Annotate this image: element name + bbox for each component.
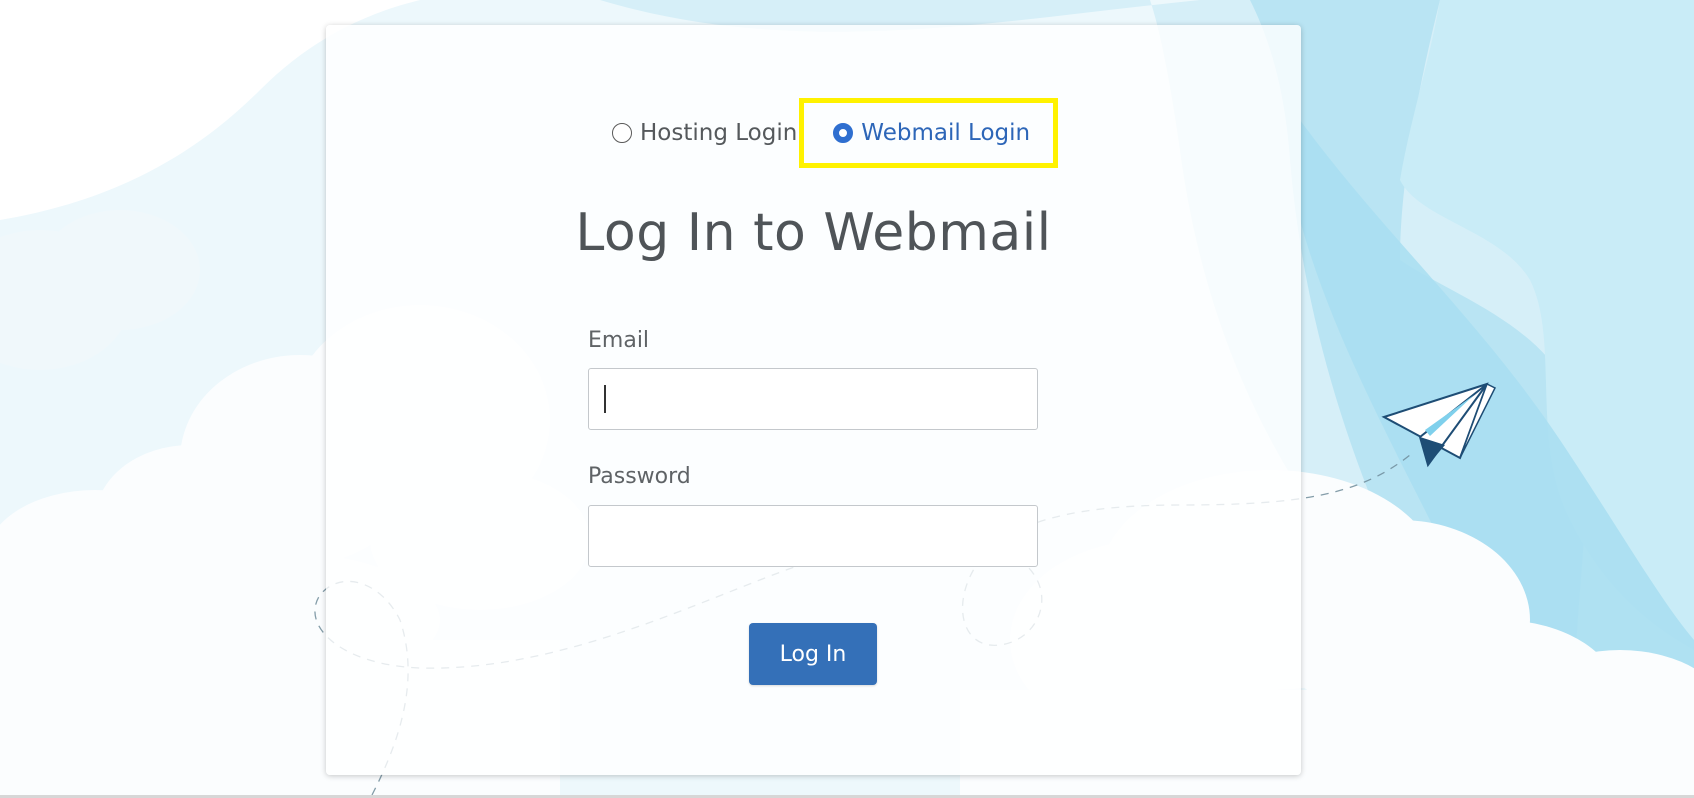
hosting-login-label[interactable]: Hosting Login	[640, 120, 797, 146]
log-in-button[interactable]: Log In	[749, 623, 877, 685]
password-label: Password	[588, 464, 691, 489]
page-title: Log In to Webmail	[575, 203, 1052, 263]
email-label: Email	[588, 328, 650, 353]
password-input[interactable]	[588, 505, 1038, 567]
webmail-login-radio[interactable]	[833, 123, 854, 143]
text-cursor	[604, 385, 606, 413]
hosting-login-option[interactable]: Hosting Login	[612, 120, 797, 146]
webmail-login-option[interactable]: Webmail Login	[833, 120, 1030, 146]
webmail-login-label[interactable]: Webmail Login	[861, 120, 1030, 146]
email-input[interactable]	[588, 368, 1038, 430]
login-type-selector: Hosting Login Webmail Login	[612, 117, 1030, 149]
login-page: Hosting Login Webmail Login Log In to We…	[0, 0, 1694, 798]
hosting-login-radio[interactable]	[612, 123, 632, 143]
